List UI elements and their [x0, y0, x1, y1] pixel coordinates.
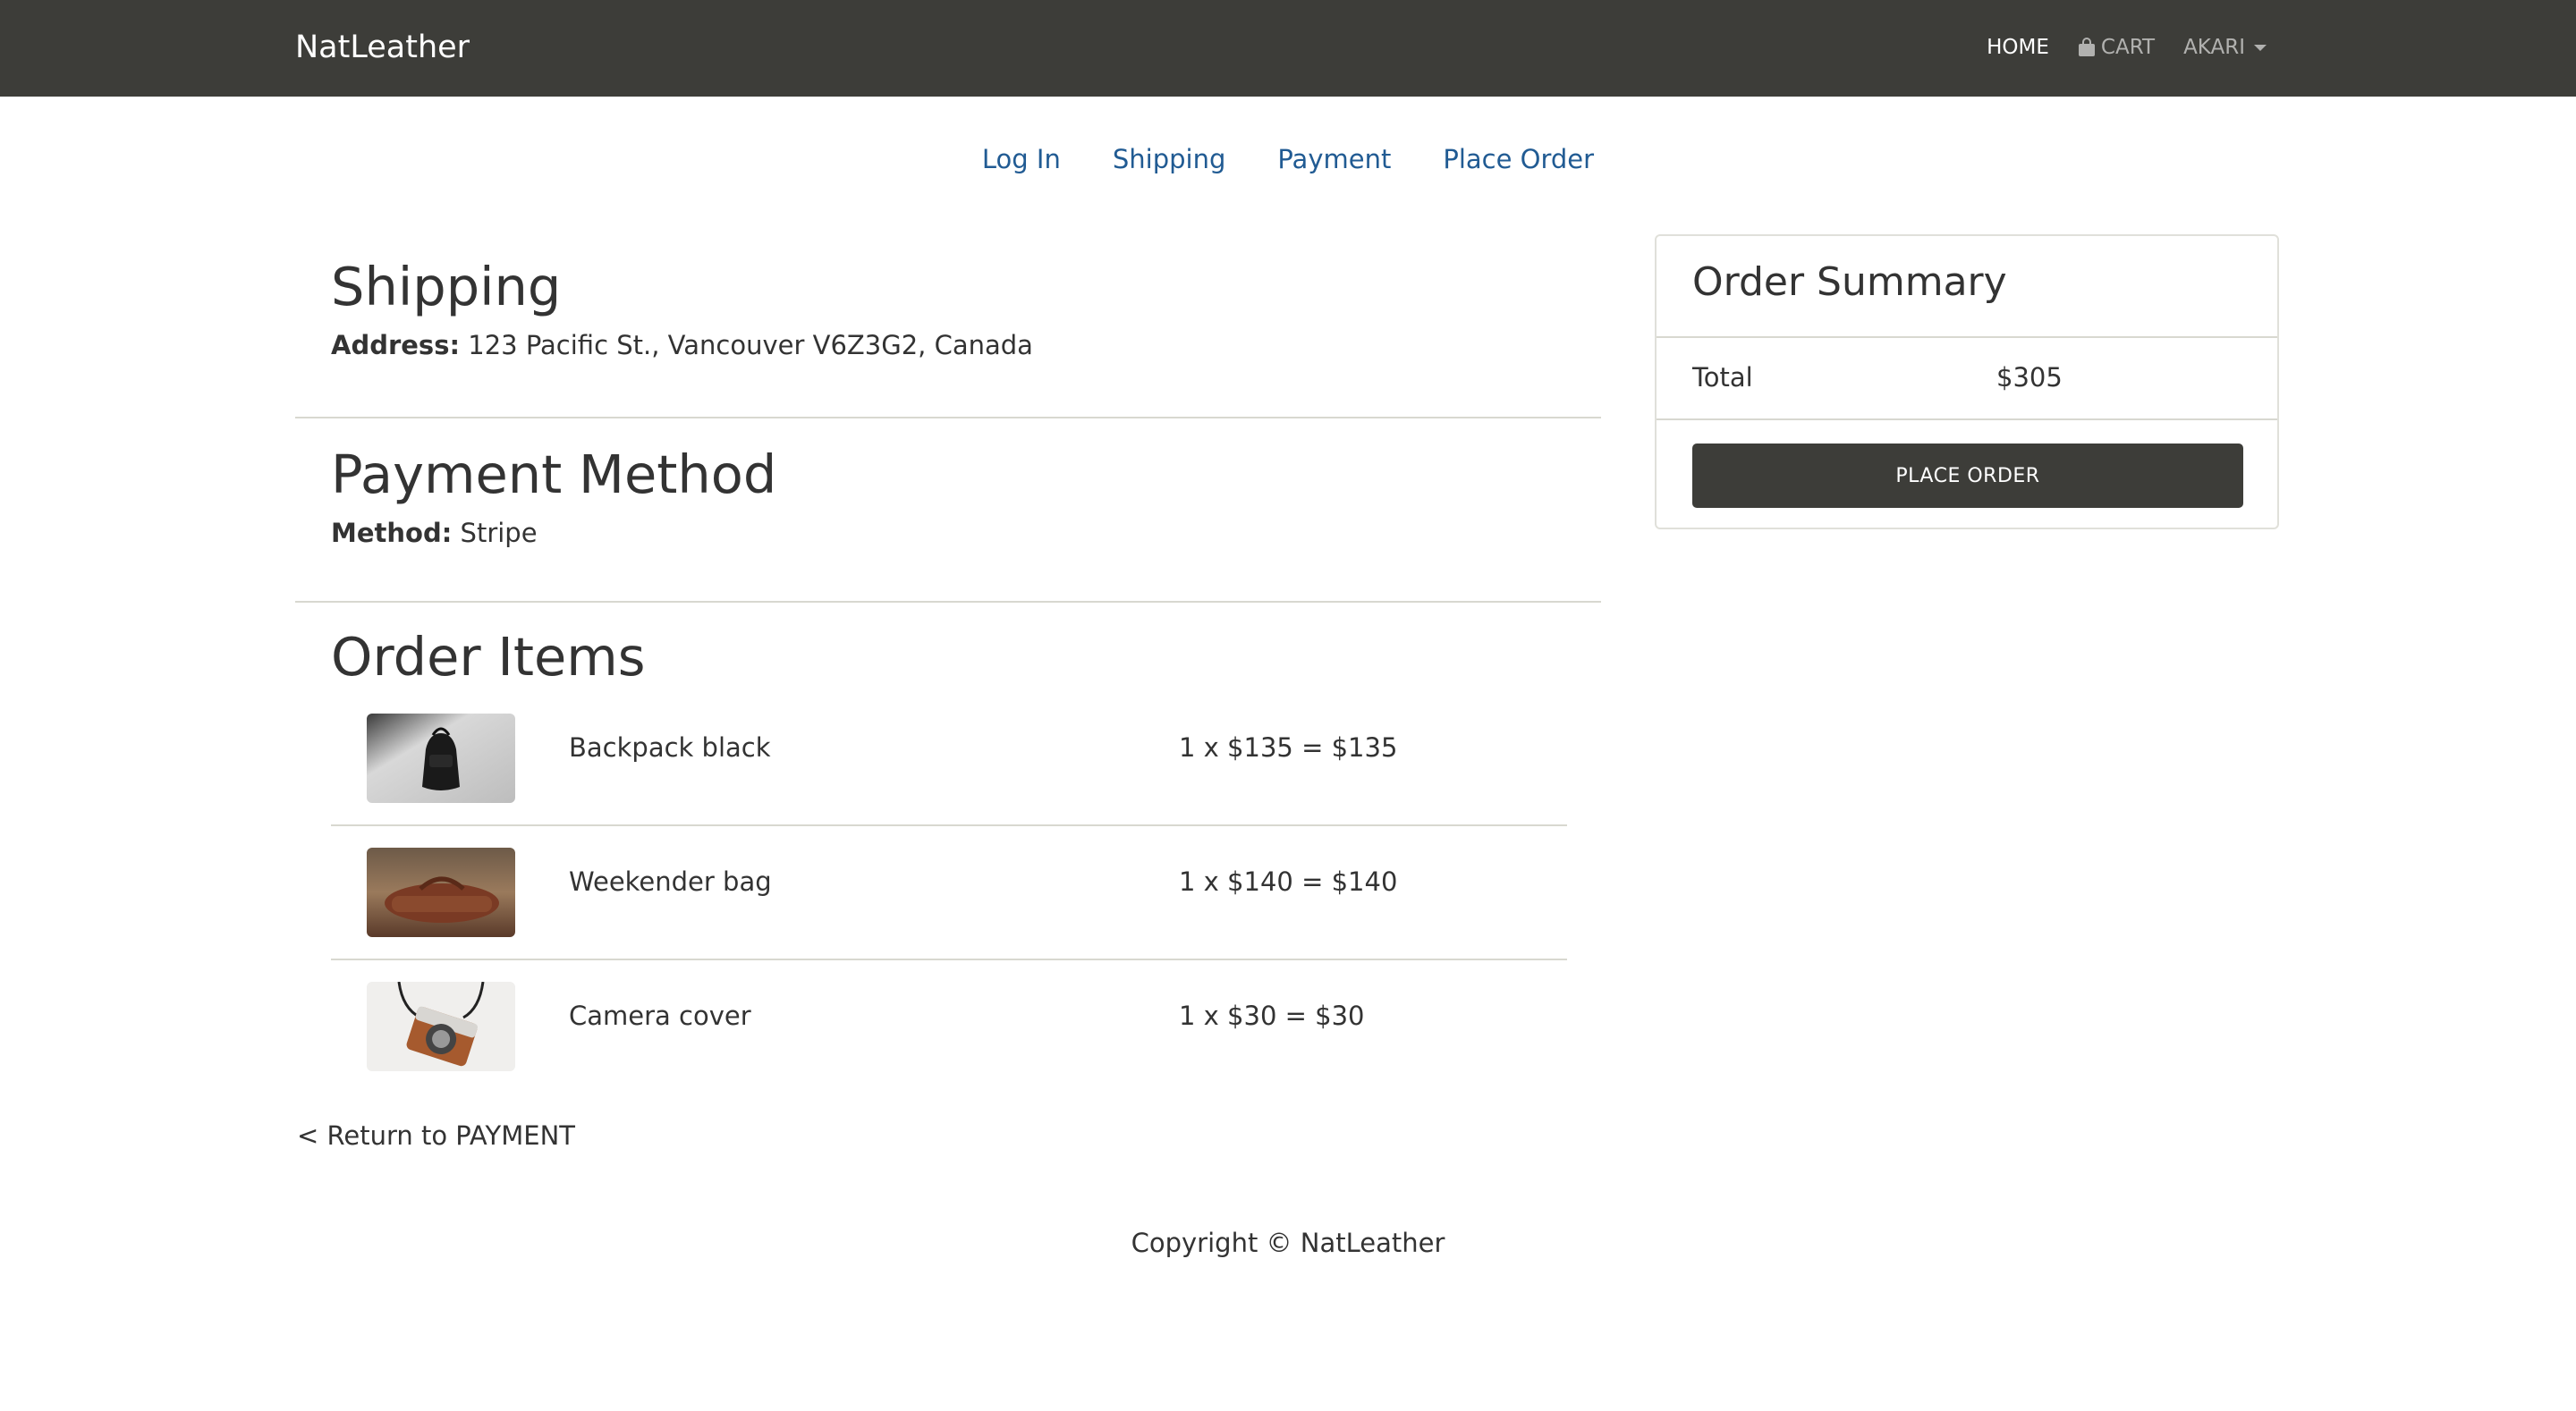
item-name[interactable]: Weekender bag [569, 864, 772, 900]
order-items-title: Order Items [331, 626, 646, 688]
nav-cart-link[interactable]: CART [2078, 32, 2155, 63]
backpack-black-photo [367, 714, 515, 803]
payment-title: Payment Method [331, 444, 777, 505]
list-item: Camera cover 1 x $30 = $30 [331, 959, 1567, 1093]
step-payment[interactable]: Payment [1277, 139, 1391, 179]
step-place-order[interactable]: Place Order [1443, 139, 1594, 179]
return-to-payment-link[interactable]: < Return to PAYMENT [297, 1118, 575, 1153]
address-value: 123 Pacific St., Vancouver V6Z3G2, Canad… [468, 330, 1033, 360]
item-price-calc: 1 x $135 = $135 [1179, 732, 1398, 763]
caret-down-icon [2254, 44, 2267, 51]
shipping-section: Shipping Address: 123 Pacific St., Vanco… [295, 234, 1601, 417]
step-login[interactable]: Log In [982, 139, 1061, 179]
camera-cover-photo [367, 982, 515, 1071]
shipping-title: Shipping [331, 256, 562, 317]
footer-copyright: Copyright © NatLeather [1131, 1228, 1445, 1258]
order-summary-card: Order Summary Total $305 PLACE ORDER [1655, 234, 2279, 529]
list-item: Weekender bag 1 x $140 = $140 [331, 824, 1567, 959]
order-details: Shipping Address: 123 Pacific St., Vanco… [295, 234, 1601, 1093]
cart-label: CART [2100, 36, 2156, 59]
user-dropdown[interactable]: AKARI [2183, 32, 2267, 63]
user-name: AKARI [2183, 36, 2245, 59]
payment-section: Payment Method Method: Stripe [295, 418, 1601, 601]
total-row: Total $305 [1657, 338, 2277, 420]
total-label: Total [1692, 362, 1753, 393]
weekender-bag-photo [367, 848, 515, 937]
item-name[interactable]: Camera cover [569, 998, 751, 1034]
shipping-address: Address: 123 Pacific St., Vancouver V6Z3… [295, 325, 1601, 365]
order-summary-title: Order Summary [1657, 236, 2277, 338]
total-value: $305 [1996, 362, 2063, 393]
nav-home-link[interactable]: HOME [1987, 32, 2049, 63]
order-items-list: Backpack black 1 x $135 = $135 Weekender… [331, 692, 1567, 1093]
item-price-calc: 1 x $30 = $30 [1179, 1001, 1365, 1031]
method-value: Stripe [460, 518, 538, 548]
nav-links: HOME CART AKARI [1987, 32, 2267, 63]
brand-logo[interactable]: NatLeather [295, 27, 470, 68]
address-label: Address: [331, 330, 461, 360]
shopping-bag-icon [2078, 38, 2096, 57]
order-items-section: Order Items Backpack black 1 x $135 = $1… [295, 603, 1601, 1093]
list-item: Backpack black 1 x $135 = $135 [331, 692, 1567, 824]
method-label: Method: [331, 518, 453, 548]
item-price-calc: 1 x $140 = $140 [1179, 866, 1398, 897]
top-navbar: NatLeather HOME CART AKARI [0, 0, 2576, 97]
item-name[interactable]: Backpack black [569, 730, 771, 765]
checkout-steps: Log In Shipping Payment Place Order [0, 139, 2576, 179]
place-order-button[interactable]: PLACE ORDER [1692, 444, 2243, 508]
payment-method: Method: Stripe [295, 513, 1601, 553]
step-shipping[interactable]: Shipping [1113, 139, 1226, 179]
